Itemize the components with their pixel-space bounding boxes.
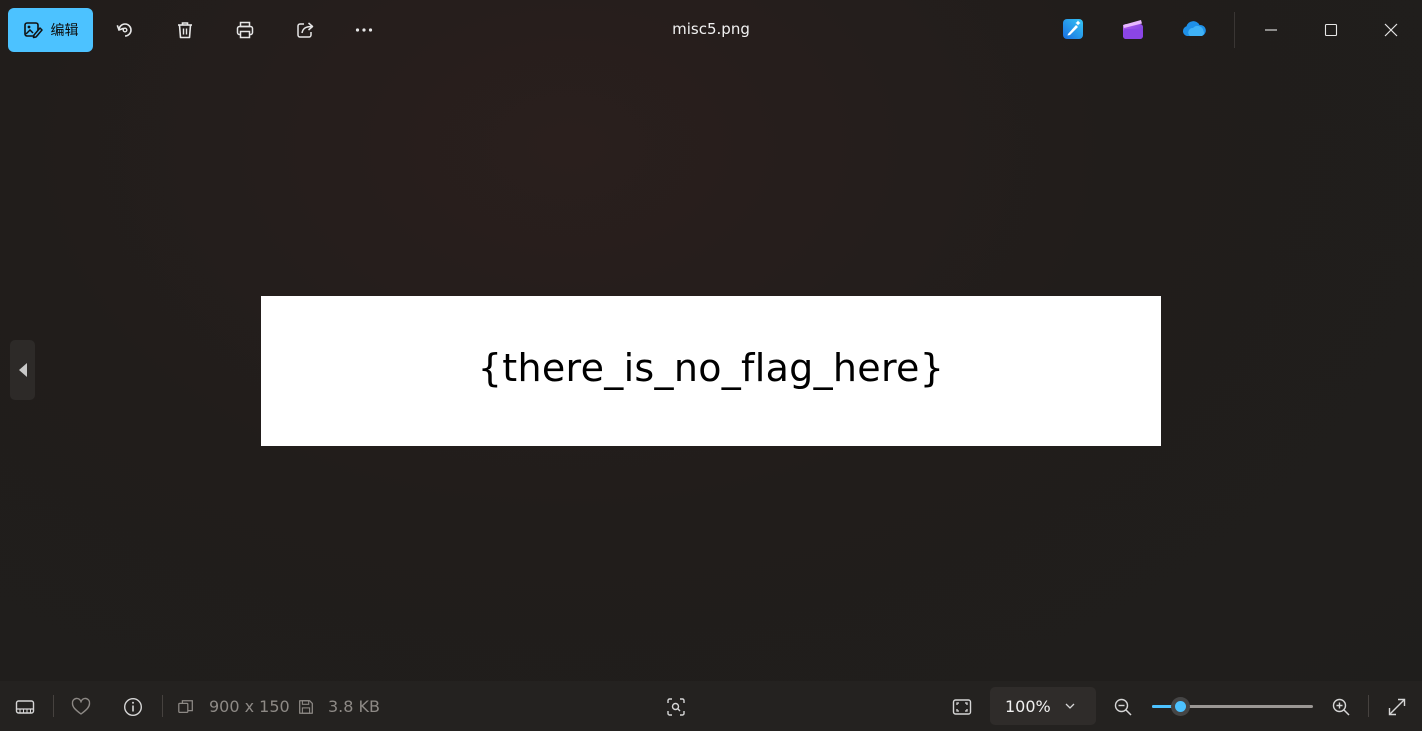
zoom-in-icon xyxy=(1332,698,1350,716)
zoom-out-button[interactable] xyxy=(1112,696,1134,718)
bottom-divider xyxy=(162,695,163,717)
window-title: misc5.png xyxy=(672,20,750,38)
fit-to-window-button[interactable] xyxy=(951,696,973,718)
chevron-down-icon xyxy=(1065,703,1075,709)
maximize-icon xyxy=(1324,23,1338,37)
visual-search-icon xyxy=(667,698,685,716)
favorite-button[interactable] xyxy=(70,696,92,718)
zoom-slider[interactable] xyxy=(1152,697,1313,716)
close-icon xyxy=(1384,23,1398,37)
file-size-icon xyxy=(297,696,315,718)
dimensions-icon xyxy=(177,696,195,718)
fit-to-window-icon xyxy=(952,699,972,715)
filmstrip-button[interactable] xyxy=(14,696,36,718)
zoom-in-button[interactable] xyxy=(1330,696,1352,718)
image-dimensions: 900 x 150 xyxy=(209,697,290,716)
info-icon xyxy=(123,697,143,717)
designer-app-icon[interactable] xyxy=(1061,17,1085,41)
heart-icon xyxy=(71,697,91,715)
minimize-button[interactable] xyxy=(1248,8,1294,52)
toolbar-divider xyxy=(1234,12,1235,48)
filmstrip-icon xyxy=(15,700,35,714)
previous-arrow-icon xyxy=(18,363,27,377)
bottom-divider xyxy=(53,695,54,717)
clipchamp-icon[interactable] xyxy=(1121,17,1145,41)
zoom-value: 100% xyxy=(1005,697,1051,716)
previous-image-button[interactable] xyxy=(10,340,35,400)
file-size: 3.8 KB xyxy=(328,697,380,716)
bottom-divider xyxy=(1368,695,1369,717)
maximize-button[interactable] xyxy=(1308,8,1354,52)
expand-icon xyxy=(1388,698,1406,716)
image-text: {there_is_no_flag_here} xyxy=(477,346,945,390)
onedrive-icon[interactable] xyxy=(1180,17,1207,41)
displayed-image: {there_is_no_flag_here} xyxy=(261,296,1161,446)
visual-search-button[interactable] xyxy=(665,696,687,718)
photos-app-window: 编辑 misc5.png {there_is_no_flag_here} 900… xyxy=(0,0,1422,731)
close-button[interactable] xyxy=(1368,8,1414,52)
file-info-button[interactable] xyxy=(122,696,144,718)
minimize-icon xyxy=(1265,29,1277,31)
top-toolbar: 编辑 misc5.png xyxy=(0,0,1422,60)
full-screen-button[interactable] xyxy=(1386,696,1408,718)
zoom-level-dropdown[interactable]: 100% xyxy=(990,687,1096,725)
bottom-bar: 900 x 150 3.8 KB 100% xyxy=(0,681,1422,731)
zoom-slider-thumb[interactable] xyxy=(1170,697,1190,716)
zoom-out-icon xyxy=(1114,698,1132,716)
